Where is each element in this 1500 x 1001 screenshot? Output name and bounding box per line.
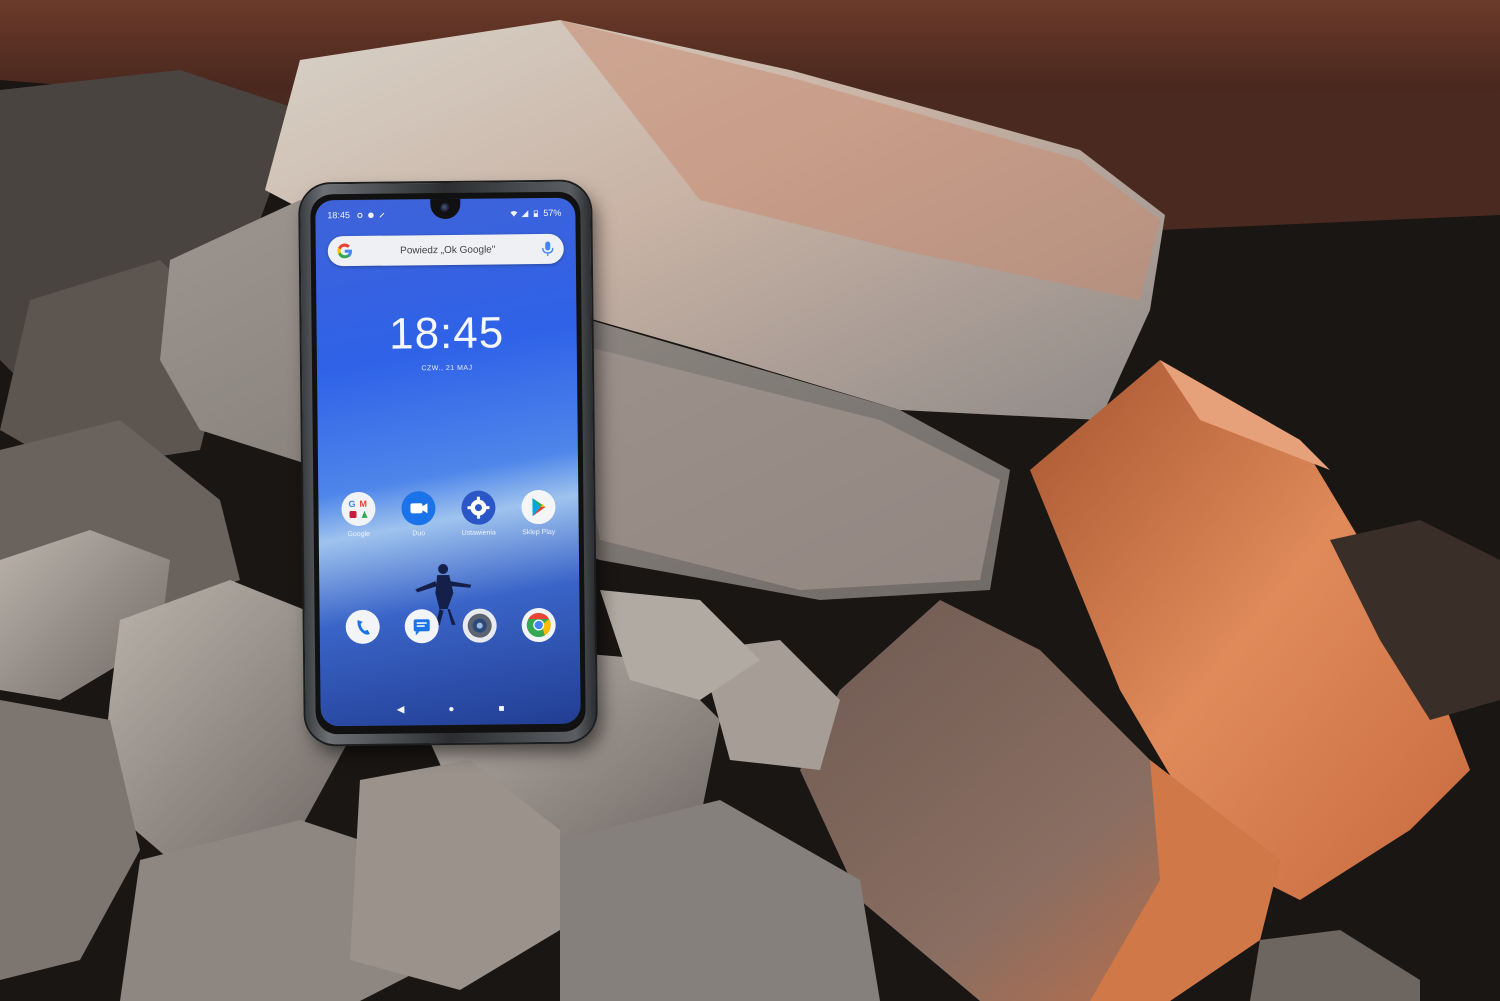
- battery-percent: 57%: [543, 207, 562, 218]
- svg-text:M: M: [359, 499, 367, 509]
- signal-icon: [521, 209, 529, 217]
- settings-icon: [461, 490, 496, 525]
- phone-icon[interactable]: [345, 609, 380, 645]
- google-search-bar[interactable]: Powiedz „Ok Google": [327, 233, 564, 267]
- play-store-icon: [521, 489, 556, 525]
- svg-text:G: G: [348, 499, 355, 509]
- dock: [345, 607, 556, 645]
- settings-status-icon: [356, 212, 363, 218]
- messages-icon[interactable]: [404, 609, 439, 644]
- battery-icon: [533, 209, 539, 217]
- google-g-icon: [337, 243, 352, 259]
- app-label: Google: [347, 530, 371, 539]
- home-button[interactable]: ●: [448, 704, 454, 715]
- sync-status-icon: [378, 212, 384, 218]
- navigation-bar: ◀ ● ■: [321, 703, 581, 717]
- chrome-icon[interactable]: [521, 607, 556, 643]
- home-apps-row: G M Google Duo Ustawienia Sklep Play: [332, 489, 564, 539]
- lockscreen-date: CZW., 21 MAJ: [421, 364, 473, 373]
- app-play-store[interactable]: Sklep Play: [512, 489, 564, 537]
- lockscreen-clock: 18:45: [388, 308, 505, 359]
- smartphone: 18:45 57% Powiedz „Ok Google" 18:45 CZW.…: [300, 181, 596, 745]
- wifi-icon: [510, 210, 518, 217]
- microphone-icon[interactable]: [542, 241, 554, 257]
- search-placeholder: Powiedz „Ok Google": [400, 243, 496, 256]
- status-time: 18:45: [327, 210, 350, 221]
- app-label: Ustawienia: [461, 529, 496, 537]
- rubble-scene: [0, 0, 1500, 1001]
- phone-bezel: 18:45 57% Powiedz „Ok Google" 18:45 CZW.…: [310, 191, 586, 735]
- recents-button[interactable]: ■: [498, 703, 504, 714]
- app-google-folder[interactable]: G M Google: [332, 491, 384, 539]
- camera-icon[interactable]: [462, 608, 498, 643]
- status-bar: 18:45 57%: [327, 206, 561, 222]
- phone-screen: 18:45 57% Powiedz „Ok Google" 18:45 CZW.…: [315, 197, 581, 727]
- duo-icon: [401, 491, 436, 526]
- back-button[interactable]: ◀: [397, 704, 405, 715]
- notification-status-icon: [367, 211, 374, 218]
- app-settings[interactable]: Ustawienia: [452, 490, 504, 537]
- app-label: Sklep Play: [522, 528, 556, 537]
- google-folder-icon: G M: [341, 491, 376, 527]
- app-label: Duo: [412, 530, 426, 538]
- app-duo[interactable]: Duo: [392, 491, 444, 538]
